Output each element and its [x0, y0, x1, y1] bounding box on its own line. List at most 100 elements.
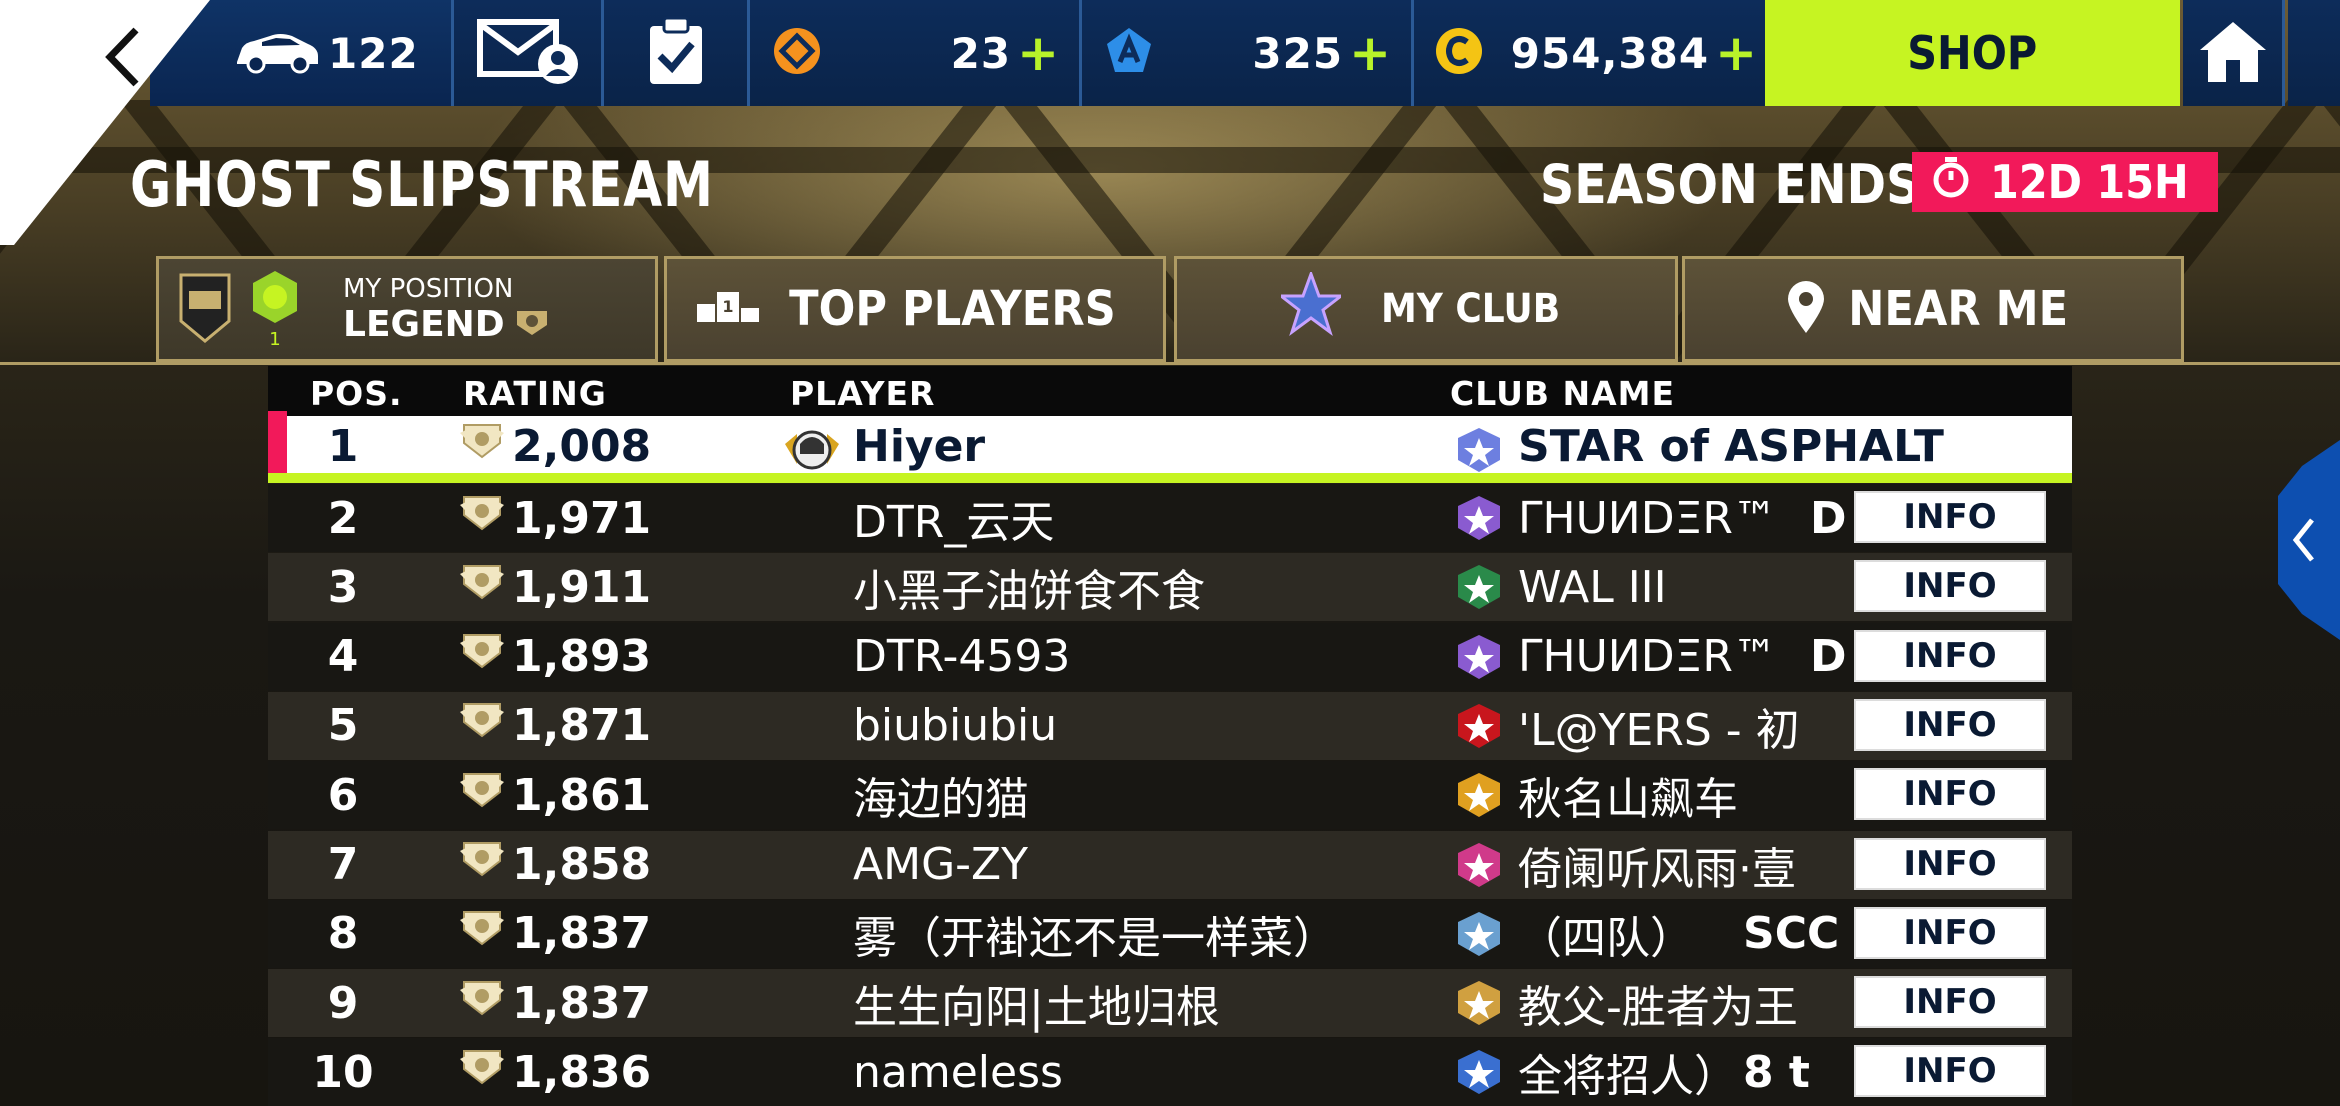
table-row[interactable]: 7 1,858 AMG-ZY 倚阑听风雨·壹 INFO — [268, 830, 2072, 899]
back-button[interactable] — [90, 22, 160, 92]
table-row[interactable]: 10 1,836 nameless 全将招人） 8 t INFO — [268, 1038, 2072, 1106]
table-row-my-rank[interactable]: 1 2,008 Hiyer STAR of ASPHALT — [268, 416, 2072, 476]
info-button[interactable]: INFO — [1854, 1045, 2046, 1098]
row-player-name: DTR_云天 — [853, 497, 1055, 548]
shop-label: SHOP — [1907, 26, 2038, 80]
row-rating-value: 1,893 — [512, 631, 652, 683]
chevron-left-icon — [2278, 440, 2340, 644]
tab-near-me[interactable]: NEAR ME — [1682, 256, 2184, 362]
tab-my-club[interactable]: MY CLUB — [1174, 256, 1678, 362]
row-position: 8 — [327, 908, 359, 960]
row-rating-value: 2,008 — [512, 420, 652, 472]
row-rating: 1,837 — [458, 969, 651, 1037]
rating-shield-icon — [458, 770, 512, 821]
tab-my-position[interactable]: 1 MY POSITION LEGEND — [156, 256, 658, 362]
credits-count: 954,384 — [1510, 28, 1710, 78]
row-position: 2 — [327, 492, 359, 544]
row-player-name: 海边的猫 — [853, 774, 1029, 826]
row-position: 4 — [327, 631, 359, 683]
tab-near-me-label: NEAR ME — [1848, 281, 2068, 337]
info-button[interactable]: INFO — [1854, 491, 2046, 543]
my-position-caption: MY POSITION — [343, 273, 514, 304]
legend-crest-icon — [513, 307, 551, 341]
tokens-count: 325 — [1252, 28, 1344, 78]
podium-rank: 1 — [722, 297, 733, 316]
add-credits-button[interactable]: + — [1715, 28, 1757, 78]
blue-token-icon — [1104, 26, 1154, 80]
credits-counter[interactable]: 954,384 + — [1414, 0, 1765, 106]
row-position: 7 — [327, 839, 359, 890]
table-row[interactable]: 3 1,911 小黑子油饼食不食 WAL III INFO — [268, 553, 2072, 622]
mail-button[interactable] — [454, 0, 604, 106]
row-position: 3 — [327, 561, 359, 613]
row-club-tag: 8 t — [1743, 1046, 1810, 1098]
row-position: 9 — [327, 977, 359, 1029]
season-timer: 12D 15H — [1912, 152, 2218, 212]
row-club-name: STAR of ASPHALT — [1518, 420, 1944, 472]
row-club-name: （四队） — [1518, 912, 1694, 964]
info-button[interactable]: INFO — [1854, 976, 2046, 1029]
tickets-count: 23 — [950, 28, 1012, 78]
cars-count: 122 — [328, 28, 419, 78]
club-emblem-icon — [1456, 910, 1502, 958]
info-button[interactable]: INFO — [1854, 906, 2046, 959]
row-rating-value: 1,871 — [512, 700, 652, 752]
row-club-name: 倚阑听风雨·壹 — [1518, 843, 1796, 895]
side-panel-handle[interactable] — [2278, 440, 2340, 640]
info-button[interactable]: INFO — [1854, 768, 2046, 821]
my-rank-underline — [268, 473, 2072, 483]
row-club-name: WAL III — [1518, 561, 1667, 613]
add-tickets-button[interactable]: + — [1017, 28, 1059, 78]
missions-button[interactable] — [604, 0, 750, 106]
row-position: 10 — [312, 1046, 374, 1098]
table-header: POS. RATING PLAYER CLUB NAME — [268, 366, 2072, 416]
info-button[interactable]: INFO — [1854, 837, 2046, 890]
club-star-icon — [1277, 269, 1346, 346]
row-club-tag: SCC — [1743, 908, 1840, 960]
home-icon — [2196, 18, 2270, 88]
rating-shield-icon — [458, 562, 512, 613]
add-tokens-button[interactable]: + — [1349, 28, 1391, 78]
table-row[interactable]: 8 1,837 雾（开褂还不是一样菜） （四队） SCC INFO — [268, 899, 2072, 968]
row-club-name: ΓHUИDΞR™ — [1518, 492, 1777, 544]
row-rating-value: 1,837 — [512, 977, 652, 1029]
row-player-name: 雾（开褂还不是一样菜） — [853, 912, 1337, 964]
home-button[interactable] — [2183, 0, 2285, 106]
tab-top-players[interactable]: 1 TOP PLAYERS — [664, 256, 1166, 362]
tab-top-players-label: TOP PLAYERS — [788, 281, 1116, 337]
header-club: CLUB NAME — [1450, 374, 1676, 413]
table-row[interactable]: 5 1,871 biubiubiu 'L@YERS - 初 INFO — [268, 691, 2072, 760]
info-button[interactable]: INFO — [1854, 629, 2046, 682]
row-club-name: 秋名山飙车 — [1518, 774, 1738, 826]
stopwatch-icon — [1931, 155, 1971, 210]
row-rating-value: 1,837 — [512, 908, 652, 960]
table-row[interactable]: 2 1,971 DTR_云天 ΓHUИDΞR™ D INFO — [268, 484, 2072, 552]
rank-gem-icon — [247, 269, 303, 329]
row-rating: 1,861 — [458, 761, 651, 829]
table-row[interactable]: 9 1,837 生生向阳|土地归根 教父-胜者为王 INFO — [268, 969, 2072, 1038]
row-club-tag: D — [1810, 631, 1847, 683]
row-rating: 1,911 — [458, 553, 651, 621]
row-player-name: nameless — [853, 1046, 1063, 1098]
tickets-counter[interactable]: 23 + — [750, 0, 1082, 106]
rating-shield-icon — [458, 700, 512, 751]
row-club-name: 全将招人） — [1518, 1051, 1738, 1103]
chevron-left-icon — [90, 27, 160, 96]
mail-icon — [476, 16, 580, 90]
club-emblem-icon — [1456, 426, 1502, 474]
orange-token-icon — [772, 26, 822, 80]
club-emblem-icon — [1456, 771, 1502, 819]
table-row[interactable]: 4 1,893 DTR-4593 ΓHUИDΞR™ D INFO — [268, 622, 2072, 691]
row-rating: 2,008 — [458, 416, 651, 476]
row-rating-value: 1,861 — [512, 769, 652, 821]
row-player-name: 小黑子油饼食不食 — [853, 566, 1205, 618]
info-button[interactable]: INFO — [1854, 698, 2046, 751]
my-rank-marker — [268, 411, 287, 473]
row-rating-value: 1,836 — [512, 1046, 652, 1098]
table-row[interactable]: 6 1,861 海边的猫 秋名山飙车 INFO — [268, 761, 2072, 830]
clipboard-check-icon — [646, 16, 706, 90]
tokens-counter[interactable]: 325 + — [1082, 0, 1414, 106]
rating-shield-icon — [458, 839, 512, 890]
info-button[interactable]: INFO — [1854, 560, 2046, 613]
shop-button[interactable]: SHOP — [1765, 0, 2180, 106]
